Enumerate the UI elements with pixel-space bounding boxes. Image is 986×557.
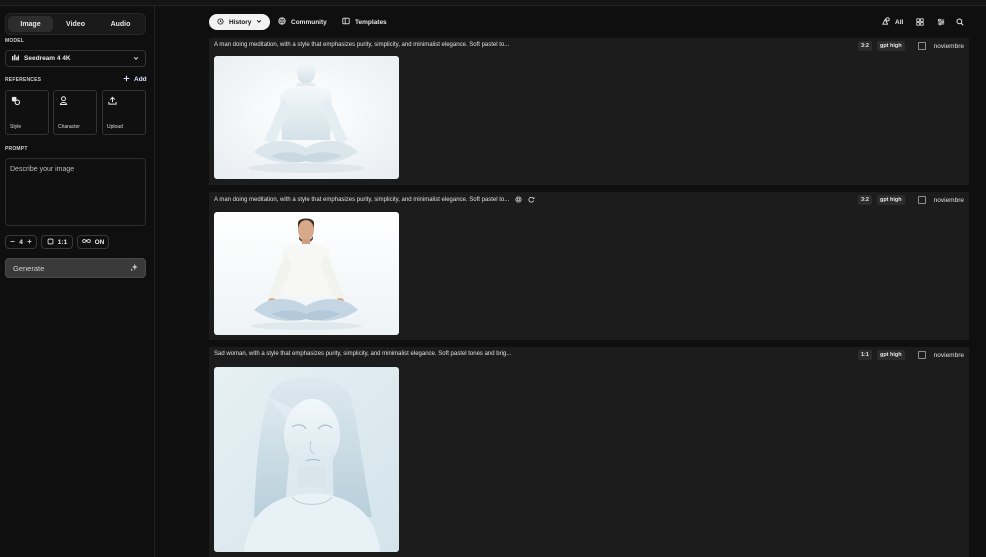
tab-image[interactable]: Image <box>8 16 53 32</box>
community-label: Community <box>291 18 327 26</box>
model-icon <box>12 54 19 63</box>
sparkle-icon <box>130 263 138 273</box>
copy-icon[interactable] <box>515 196 522 203</box>
card-description-text: Sad woman, with a style that emphasizes … <box>214 351 512 357</box>
quality-badge: gpt high <box>876 195 905 205</box>
card-date: noviembre <box>933 196 964 204</box>
add-label: Add <box>134 76 147 83</box>
model-label: MODEL <box>5 38 25 44</box>
loop-toggle[interactable]: ON <box>77 235 109 249</box>
sidebar: Image Video Audio MODEL Seedream 4 4K RE… <box>0 6 155 557</box>
style-icon <box>11 96 20 105</box>
history-card[interactable]: A man doing meditation, with a style tha… <box>209 38 969 185</box>
reference-style-card[interactable]: Style <box>5 90 49 135</box>
card-meta: 1:1 gpt high noviembre <box>858 350 964 360</box>
minus-icon[interactable] <box>10 239 15 246</box>
top-navbar: History Community Templates All <box>155 6 986 36</box>
count-stepper[interactable]: 4 <box>5 235 37 249</box>
reference-character-label: Character <box>58 124 80 130</box>
reference-style-label: Style <box>10 124 22 130</box>
generate-button[interactable]: Generate <box>5 258 146 278</box>
grid-view-icon[interactable] <box>916 14 924 30</box>
ratio-badge: 3:2 <box>858 41 872 51</box>
reference-character-card[interactable]: Character <box>53 90 97 135</box>
chevron-down-icon <box>133 55 139 63</box>
aspect-ratio-icon <box>47 238 54 247</box>
add-reference-button[interactable]: Add <box>123 75 147 84</box>
prompt-label: PROMPT <box>5 146 28 152</box>
regenerate-icon[interactable] <box>528 196 535 203</box>
references-label: REFERENCES <box>5 77 42 83</box>
reference-upload-card[interactable]: Upload <box>102 90 146 135</box>
settings-sliders-icon[interactable] <box>937 14 945 30</box>
templates-label: Templates <box>355 18 387 26</box>
history-card[interactable]: Sad woman, with a style that emphasizes … <box>209 347 969 557</box>
upload-icon <box>108 96 117 105</box>
select-checkbox[interactable] <box>917 42 926 50</box>
card-date: noviembre <box>933 351 964 359</box>
history-label: History <box>229 18 252 26</box>
globe-icon <box>278 17 286 27</box>
card-description-text: A man doing meditation, with a style tha… <box>214 196 510 203</box>
prompt-input[interactable]: Describe your image <box>5 158 146 226</box>
person-icon <box>59 96 68 105</box>
plus-icon <box>123 75 130 84</box>
loop-value: ON <box>94 238 105 246</box>
model-value: Seedream 4 4K <box>24 55 71 62</box>
plus-icon[interactable] <box>27 239 32 246</box>
ratio-badge: 1:1 <box>858 350 872 360</box>
card-date: noviembre <box>933 42 964 50</box>
history-dropdown[interactable]: History <box>209 14 271 30</box>
card-description-text: A man doing meditation, with a style tha… <box>214 42 510 48</box>
select-checkbox[interactable] <box>917 196 926 204</box>
aspect-ratio-value: 1:1 <box>57 238 68 246</box>
reference-upload-label: Upload <box>107 124 123 130</box>
count-value: 4 <box>19 238 23 246</box>
card-meta: 3:2 gpt high noviembre <box>858 195 964 205</box>
tab-video[interactable]: Video <box>53 16 98 32</box>
search-icon[interactable] <box>956 14 964 30</box>
quality-badge: gpt high <box>876 350 905 360</box>
history-icon <box>217 17 224 27</box>
select-checkbox[interactable] <box>917 351 926 359</box>
card-description: A man doing meditation, with a style tha… <box>214 196 535 203</box>
filter-all-button[interactable]: All <box>882 14 903 30</box>
card-meta: 3:2 gpt high noviembre <box>858 41 964 51</box>
generate-label: Generate <box>13 263 45 273</box>
quality-badge: gpt high <box>876 41 905 51</box>
templates-icon <box>342 17 350 27</box>
tab-audio[interactable]: Audio <box>98 16 143 32</box>
generated-image[interactable] <box>214 212 399 335</box>
history-card[interactable]: A man doing meditation, with a style tha… <box>209 192 969 340</box>
card-description: A man doing meditation, with a style tha… <box>214 42 509 48</box>
infinity-icon <box>81 238 91 246</box>
templates-link[interactable]: Templates <box>342 14 387 30</box>
chevron-down-icon <box>256 18 262 26</box>
aspect-ratio-button[interactable]: 1:1 <box>41 235 73 249</box>
generated-image[interactable] <box>214 367 399 552</box>
shapes-icon <box>882 17 890 27</box>
generated-image[interactable] <box>214 56 399 179</box>
card-description: Sad woman, with a style that emphasizes … <box>214 351 511 357</box>
model-select[interactable]: Seedream 4 4K <box>5 50 146 67</box>
all-label: All <box>895 18 904 26</box>
media-type-tabs: Image Video Audio <box>5 13 146 35</box>
community-link[interactable]: Community <box>278 14 327 30</box>
ratio-badge: 3:2 <box>858 195 872 205</box>
